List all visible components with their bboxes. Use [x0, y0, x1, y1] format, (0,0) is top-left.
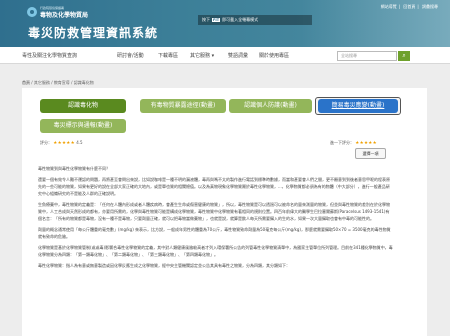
nav-item-downloads[interactable]: 下載專區	[158, 52, 178, 59]
nav-item-seminars[interactable]: 研討會/活動	[117, 52, 144, 59]
rating-score: 4.5	[76, 140, 83, 145]
nav-item-bilingual-glossary[interactable]: 雙語詞彙	[228, 52, 248, 59]
tab-labeling-reporting[interactable]: 毒災標示與通報(動畫)	[40, 119, 126, 133]
notice-suffix: 即可載入全螢幕模式	[222, 17, 259, 22]
breadcrumb-item[interactable]: 教育宣導	[54, 80, 70, 85]
rate-label: 進一下評分：	[330, 140, 354, 145]
top-link-home[interactable]: 回首頁	[403, 4, 415, 9]
rate-stars-icon[interactable]: ★★★★★	[355, 141, 377, 146]
article-body: 毒性物質到與毒性化學物質有什麼不同？ 還要一個有效令人難不運認的問題，再將甚至會…	[38, 165, 393, 335]
article-paragraph: 毒性化學物質：指人為有意或無意製造或因化學反應生成之化學物質，經中央主管機關認定…	[38, 263, 290, 268]
top-link-glossary[interactable]: 詞彙搜尋	[422, 4, 438, 9]
rating-stars-icon: ★★★★★	[53, 141, 75, 146]
site-header: 行政院環境保護署 毒物及化學物質局 毒災防救管理資訊系統 網站導覽 | 回首頁 | …	[0, 0, 450, 47]
nav-item-other-services[interactable]: 其它服務 ▾	[190, 52, 214, 59]
rate-row: 進一下評分： ★★★★★	[330, 140, 377, 146]
tab-emergency-response[interactable]: 簡易毒災應變(動畫)	[318, 99, 398, 113]
article-paragraph: 生魚療藥中，毒性物質的定義是：「任何在人體內形成或者人體疾病時，會產生生命或傷害…	[38, 202, 390, 221]
breadcrumb-home[interactable]: 首頁	[22, 80, 30, 85]
site-title[interactable]: 毒災防救管理資訊系統	[28, 24, 158, 41]
search-icon[interactable]: ⌕	[398, 51, 410, 61]
share-select-button[interactable]: 選擇一項	[355, 148, 386, 159]
tab-exposure-routes[interactable]: 有毒物質暴露途徑(動畫)	[140, 99, 226, 113]
top-links: 網站導覽 | 回首頁 | 詞彙搜尋	[380, 4, 438, 9]
article-paragraph: 還要一個有效令人難不運認的問題，再將甚至會問出來說，比如說咖啡是一種不明的漏液體…	[38, 177, 390, 196]
agency-logo-icon[interactable]	[27, 7, 37, 17]
article-paragraph: 劑量的概念通常使用「每公斤體重的毫克數」(mg/kg) 來表示，比方說，一般成年…	[38, 227, 391, 239]
breadcrumb: 首頁 / 其它服務 / 教育宣導 / 認識毒化物	[22, 80, 94, 86]
article-paragraph: 化學物質是基於化學物質管制(或或毒)影響合毒性化學物質的定義，其中對人類健康風險…	[38, 245, 393, 257]
tab-emergency-response-label: 簡易毒災應變(動畫)	[329, 102, 387, 109]
article-paragraph: 毒性物質到與毒性化學物質有什麼不同？	[38, 166, 110, 171]
rating-row: 評分： ★★★★★ 4.5	[40, 140, 83, 146]
breadcrumb-item[interactable]: 其它服務	[34, 80, 50, 85]
fit-key-icon: FIT	[212, 18, 221, 22]
tab-personal-protection[interactable]: 認識個人防護(動畫)	[229, 99, 312, 113]
agency-name[interactable]: 毒物及化學物質局	[40, 10, 88, 19]
nav-item-about[interactable]: 關於使用專區	[259, 52, 289, 59]
breadcrumb-current: 認識毒化物	[73, 80, 94, 85]
site-search-input[interactable]: 全站搜尋	[337, 51, 397, 61]
nav-item-chemical-query[interactable]: 毒性及關注化學物質查詢	[22, 52, 77, 59]
notice-prefix: 按下	[202, 17, 210, 22]
fullscreen-notice[interactable]: 按下 FIT 即可載入全螢幕模式	[198, 15, 312, 25]
top-link-sitemap[interactable]: 網站導覽	[381, 4, 397, 9]
rating-label: 評分：	[40, 140, 52, 145]
tab-know-toxic-chemicals[interactable]: 認識毒化物	[40, 99, 126, 113]
